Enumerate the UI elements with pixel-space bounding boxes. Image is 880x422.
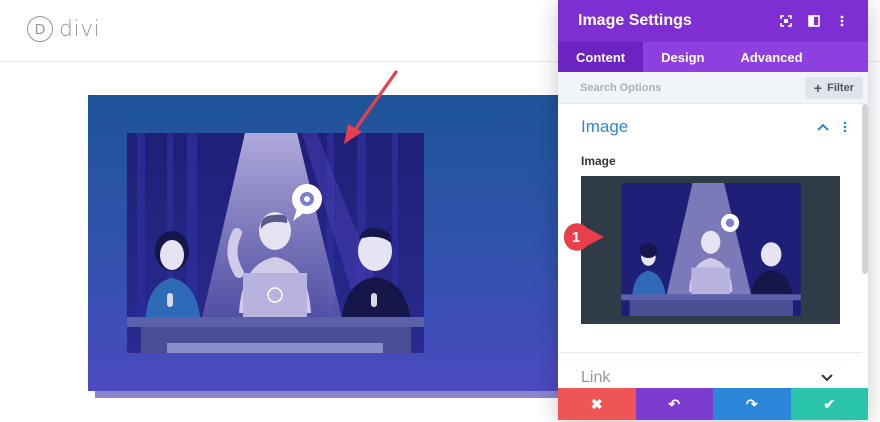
tab-advanced[interactable]: Advanced: [722, 42, 820, 72]
image-section-title: Image: [581, 117, 629, 136]
image-section-header[interactable]: Image: [558, 104, 862, 150]
chevron-up-icon[interactable]: [816, 120, 830, 134]
divi-logo-mark: D: [27, 16, 53, 42]
link-section-title: Link: [581, 368, 611, 386]
filter-label: Filter: [827, 81, 854, 94]
section-more-icon[interactable]: [840, 120, 850, 134]
image-upload-preview[interactable]: [581, 176, 840, 324]
podcast-illustration[interactable]: [127, 133, 424, 353]
filter-button[interactable]: + Filter: [804, 76, 863, 99]
more-icon[interactable]: [836, 15, 848, 27]
divi-logo-text: divi: [59, 16, 101, 42]
check-icon: ✔: [823, 395, 836, 412]
split-view-icon[interactable]: [808, 15, 820, 27]
preview-illustration: [621, 183, 801, 316]
search-options-input[interactable]: [580, 81, 805, 94]
divi-logo: D divi: [27, 16, 100, 42]
save-button[interactable]: ✔: [790, 388, 868, 420]
panel-scrollbar[interactable]: [862, 104, 868, 274]
redo-icon: ↷: [745, 395, 758, 412]
chevron-down-icon[interactable]: [820, 371, 834, 385]
search-row: + Filter: [558, 72, 868, 104]
panel-header: Image Settings: [558, 0, 868, 42]
undo-icon: ↶: [668, 395, 681, 412]
panel-tabs: Content Design Advanced: [558, 42, 868, 72]
panel-footer: ✖ ↶ ↷ ✔: [558, 388, 868, 420]
annotation-arrow: [344, 70, 398, 144]
undo-button[interactable]: ↶: [635, 388, 713, 420]
close-icon: ✖: [590, 395, 603, 412]
plus-icon: +: [813, 79, 823, 96]
image-field-label: Image: [581, 154, 616, 168]
step-badge-number: 1: [571, 228, 581, 246]
expand-icon[interactable]: [780, 15, 792, 27]
redo-button[interactable]: ↷: [713, 388, 791, 420]
link-section-header[interactable]: Link: [558, 352, 862, 388]
panel-title: Image Settings: [578, 12, 692, 29]
tab-content[interactable]: Content: [558, 42, 644, 72]
image-settings-panel: Image Settings Content Design Advanced +…: [558, 0, 868, 420]
discard-button[interactable]: ✖: [558, 388, 636, 420]
tab-design[interactable]: Design: [643, 42, 722, 72]
